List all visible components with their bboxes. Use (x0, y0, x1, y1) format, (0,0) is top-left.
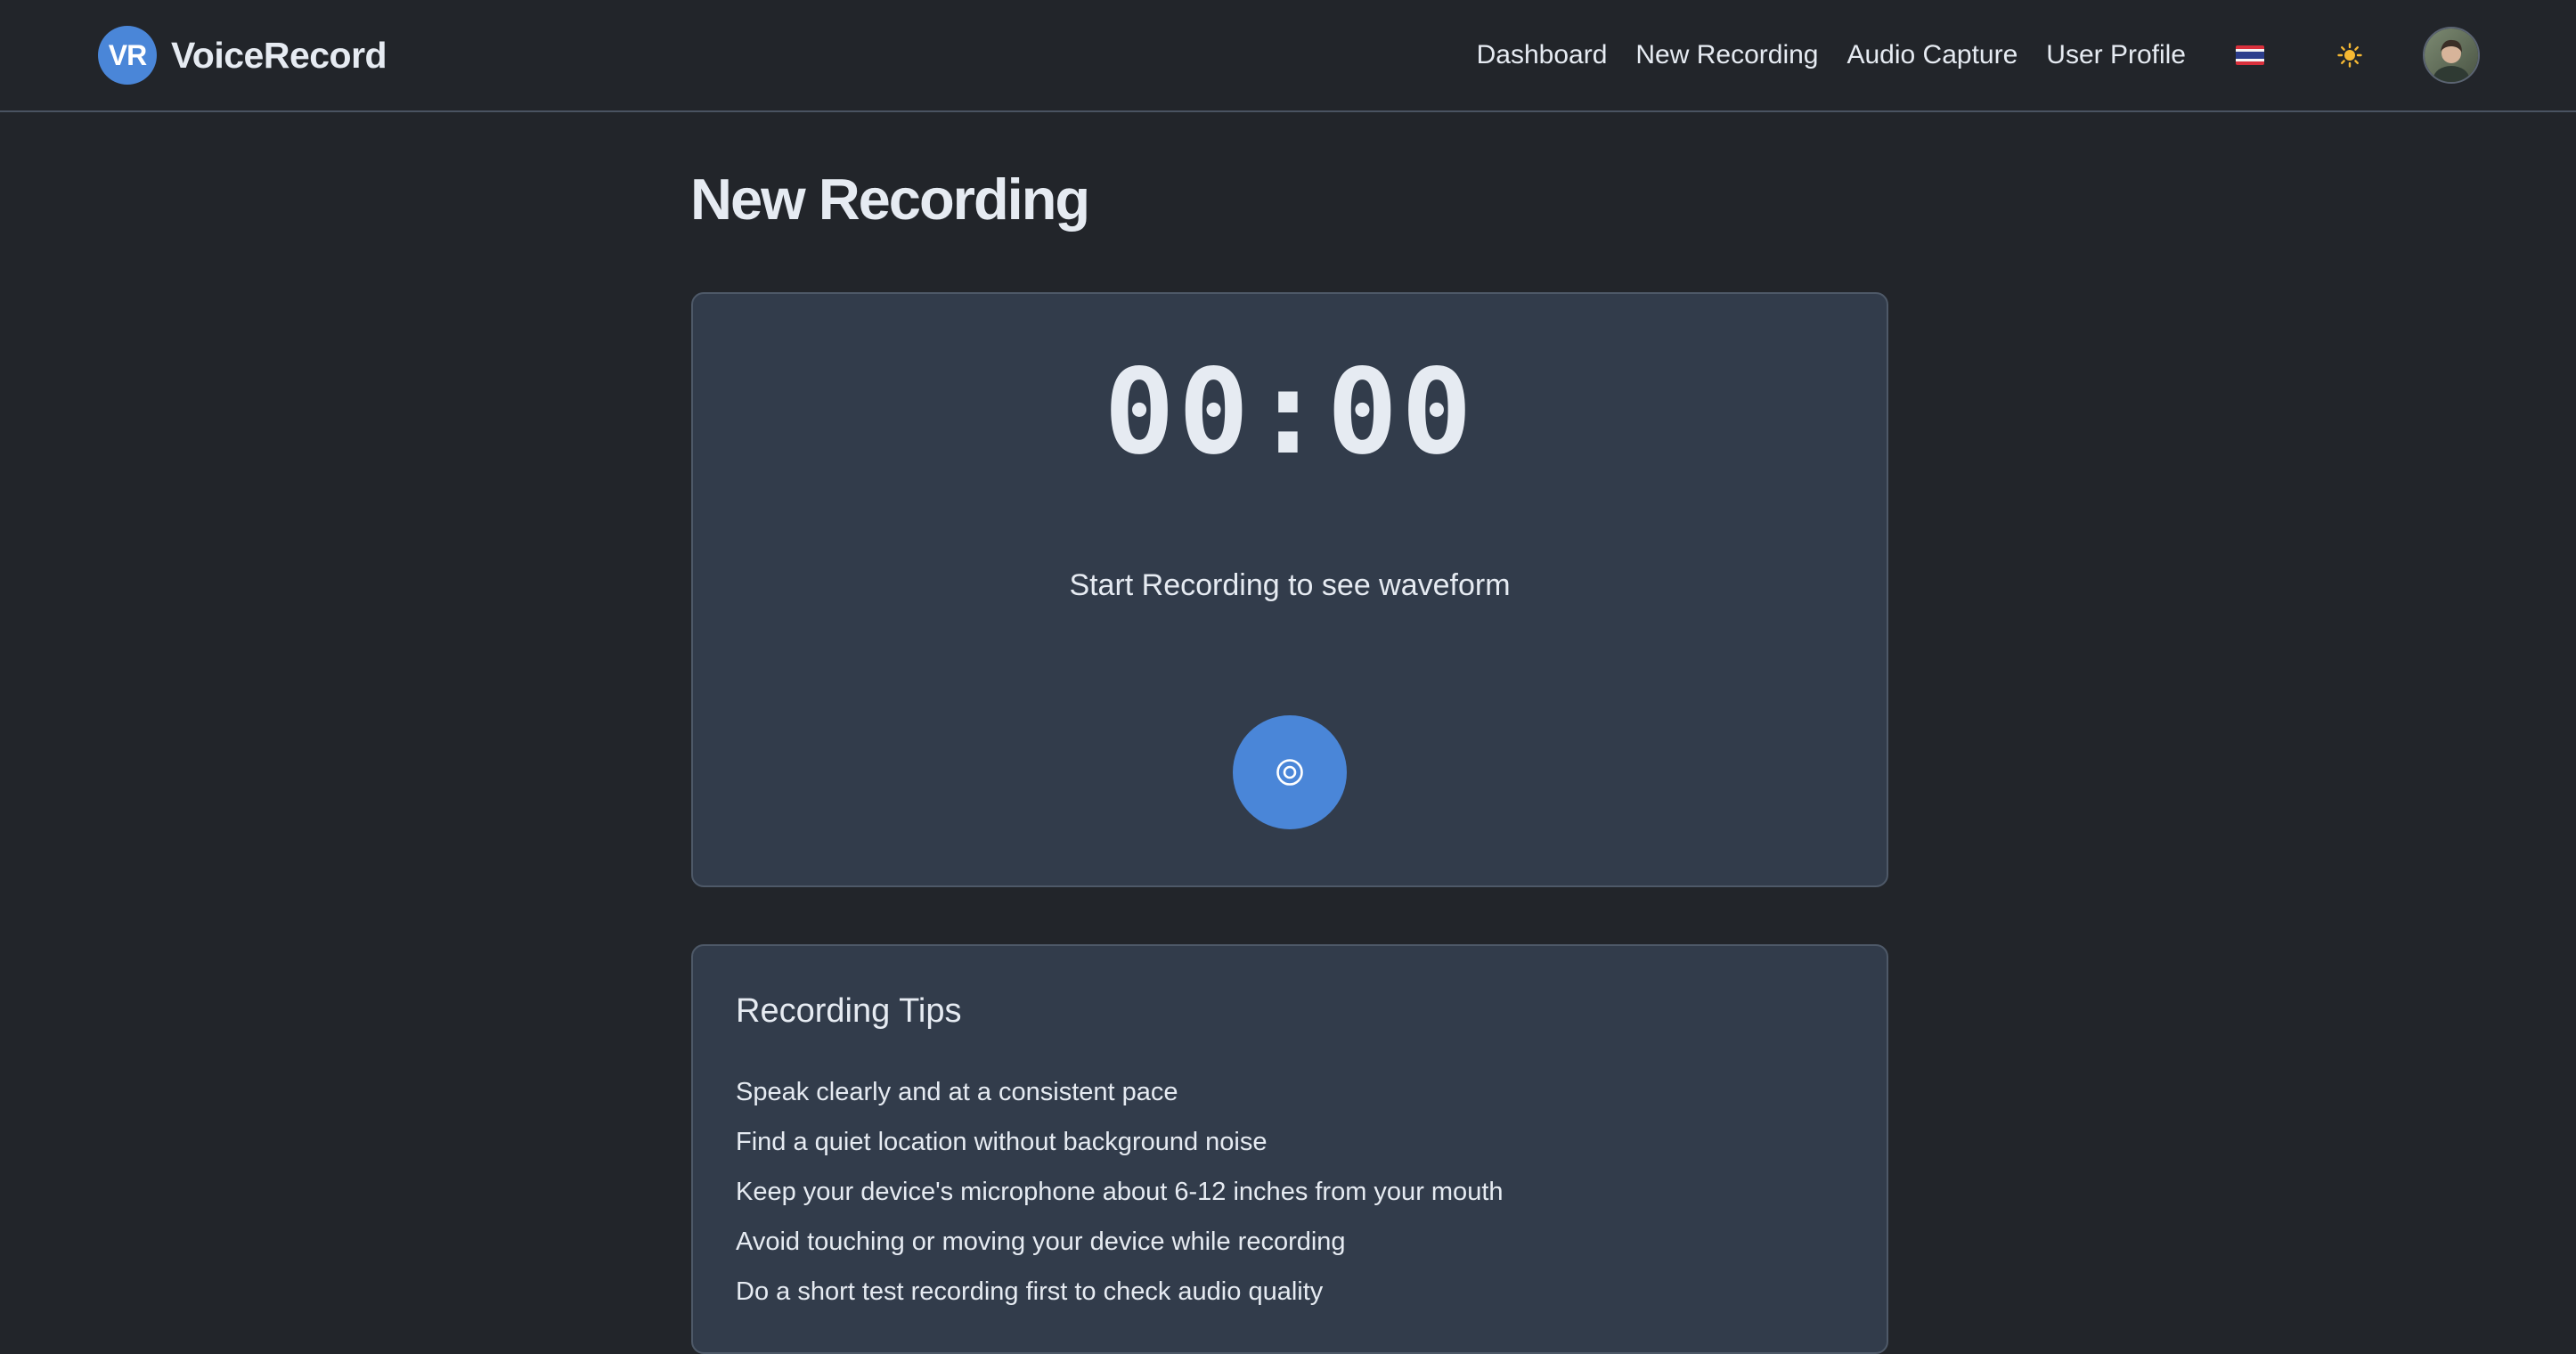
list-item: Keep your device's microphone about 6-12… (736, 1178, 1504, 1206)
list-item: Avoid touching or moving your device whi… (736, 1228, 1346, 1256)
waveform-placeholder: Start Recording to see waveform (1069, 568, 1511, 602)
record-icon (1276, 759, 1303, 786)
list-item: Speak clearly and at a consistent pace (736, 1078, 1178, 1106)
list-item: Do a short test recording first to check… (736, 1277, 1324, 1306)
sun-icon[interactable] (2332, 37, 2368, 73)
recording-tips-card: Recording Tips Speak clearly and at a co… (691, 944, 1888, 1354)
main-nav: Dashboard New Recording Audio Capture Us… (1477, 0, 2576, 110)
record-button[interactable] (1233, 715, 1347, 829)
nav-link-dashboard[interactable]: Dashboard (1477, 40, 1608, 70)
nav-link-audio-capture[interactable]: Audio Capture (1846, 40, 2018, 70)
recording-timer: 00:00 (1104, 344, 1476, 481)
list-item: Find a quiet location without background… (736, 1128, 1268, 1156)
brand-badge: VR (98, 26, 157, 85)
top-navigation-bar: VR VoiceRecord Dashboard New Recording A… (0, 0, 2576, 112)
page-title: New Recording (690, 167, 1090, 232)
user-avatar[interactable] (2423, 27, 2480, 84)
brand-logo-link[interactable]: VR VoiceRecord (98, 26, 387, 85)
thai-flag-icon[interactable] (2236, 45, 2264, 65)
recorder-card: 00:00 Start Recording to see waveform (691, 292, 1888, 887)
brand-name: VoiceRecord (171, 34, 387, 76)
nav-link-new-recording[interactable]: New Recording (1635, 40, 1818, 70)
tips-title: Recording Tips (736, 992, 962, 1030)
nav-link-user-profile[interactable]: User Profile (2046, 40, 2186, 70)
tips-list: Speak clearly and at a consistent pace F… (736, 1067, 1504, 1317)
